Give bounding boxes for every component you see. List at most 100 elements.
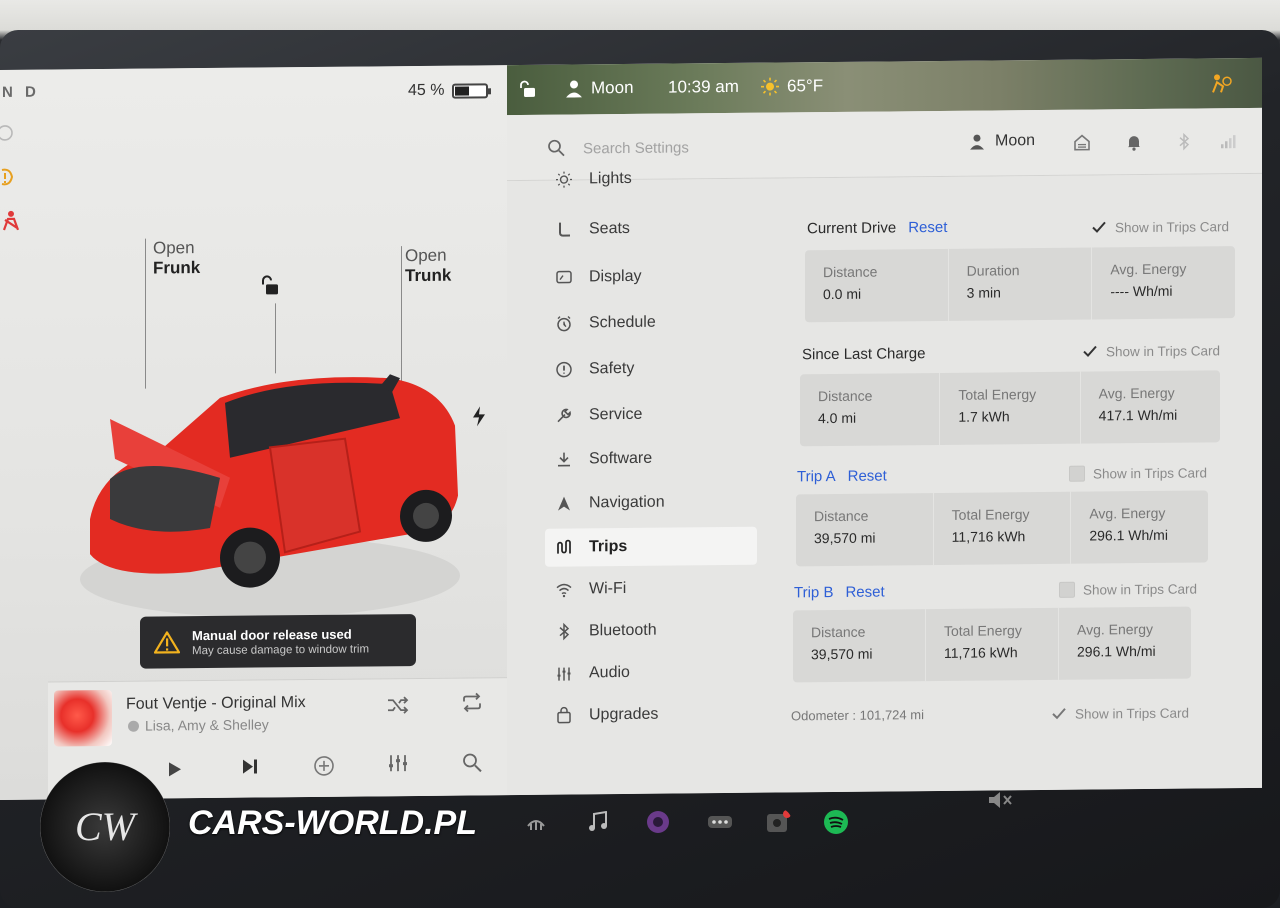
status-profile-name: Moon — [591, 77, 634, 98]
stat-value: 296.1 Wh/mi — [1077, 642, 1156, 660]
shuffle-icon[interactable] — [386, 693, 410, 717]
track-title: Fout Ventje - Original Mix — [126, 694, 306, 713]
trip-b-stats: Distance 39,570 mi Total Energy 11,716 k… — [793, 606, 1191, 683]
trip-a-title: Trip A — [797, 467, 836, 486]
stat-cell: Distance 4.0 mi — [800, 372, 941, 447]
more-apps-icon[interactable] — [706, 808, 734, 836]
repeat-icon[interactable] — [460, 690, 484, 714]
download-icon — [558, 452, 570, 467]
sidebar-item-audio[interactable]: Audio — [545, 653, 757, 693]
cw-emblem-icon: CW — [75, 804, 139, 849]
sidebar-item-bluetooth[interactable]: Bluetooth — [545, 611, 757, 651]
media-search-icon[interactable] — [460, 750, 484, 774]
sidebar-item-display[interactable]: Display — [545, 257, 757, 297]
bluetooth-status-icon[interactable] — [1175, 132, 1193, 151]
mute-volume-icon[interactable] — [986, 786, 1014, 814]
sidebar-item-seats[interactable]: Seats — [545, 209, 757, 249]
stat-value: 39,570 mi — [814, 529, 876, 547]
odometer-show-toggle[interactable]: Show in Trips Card — [1051, 705, 1189, 722]
unlock-status-icon[interactable] — [517, 79, 537, 99]
album-art[interactable] — [54, 689, 112, 747]
stat-label: Distance — [818, 387, 873, 405]
sidebar-item-lights[interactable]: Lights — [545, 159, 757, 199]
open-trunk-button[interactable]: Open Trunk — [405, 246, 451, 286]
sidebar-item-navigation[interactable]: Navigation — [545, 483, 757, 523]
sidebar-item-schedule[interactable]: Schedule — [545, 303, 757, 343]
stat-label: Avg. Energy — [1098, 384, 1175, 402]
open-frunk-button[interactable]: Open Frunk — [153, 238, 200, 278]
homelink-icon[interactable] — [1073, 134, 1091, 152]
dashcam-icon[interactable] — [764, 808, 792, 836]
open-frunk-label-line2: Frunk — [153, 258, 201, 278]
unlocked-icon[interactable] — [258, 273, 282, 297]
open-frunk-label-line1: Open — [153, 238, 195, 258]
spotify-icon[interactable] — [822, 808, 850, 836]
alert-subtitle: May cause damage to window trim — [192, 642, 370, 657]
trip-b-reset-button[interactable]: Reset — [845, 584, 884, 601]
checkbox-empty — [1059, 581, 1075, 598]
track-artist-row: Lisa, Amy & Shelley — [128, 716, 269, 734]
stat-value: 11,716 kWh — [951, 528, 1026, 545]
status-profile[interactable]: Moon — [565, 78, 634, 99]
wifi-icon — [556, 583, 572, 598]
show-in-trips-card-label: Show in Trips Card — [1083, 581, 1198, 598]
stat-value: 11,716 kWh — [944, 644, 1018, 661]
sidebar-item-label: Schedule — [589, 313, 656, 332]
sidebar-item-wi-fi[interactable]: Wi-Fi — [545, 569, 757, 609]
current-drive-show-toggle[interactable]: Show in Trips Card — [1091, 218, 1229, 235]
search-settings-input[interactable] — [583, 131, 883, 163]
notification-bell-icon[interactable] — [1125, 133, 1143, 151]
current-drive-reset-button[interactable]: Reset — [908, 219, 947, 236]
since-last-charge-stats: Distance 4.0 mi Total Energy 1.7 kWh Avg… — [800, 370, 1220, 447]
sidebar-item-label: Upgrades — [589, 705, 659, 724]
equalizer-icon[interactable] — [386, 751, 410, 775]
sidebar-item-upgrades[interactable]: Upgrades — [545, 695, 757, 735]
trip-a-stats: Distance 39,570 mi Total Energy 11,716 k… — [796, 490, 1208, 567]
status-temperature: 65°F — [787, 76, 824, 96]
search-icon — [548, 139, 565, 157]
stat-label: Distance — [811, 623, 866, 641]
stat-cell: Distance 39,570 mi — [796, 493, 934, 567]
since-last-charge-show-toggle[interactable]: Show in Trips Card — [1082, 342, 1220, 359]
profile-button[interactable]: Moon — [969, 132, 1035, 151]
door-release-alert[interactable]: Manual door release used May cause damag… — [140, 614, 416, 669]
battery-indicator: 45 % — [408, 81, 489, 100]
add-favorite-icon[interactable] — [312, 754, 336, 778]
stat-cell: Total Energy 1.7 kWh — [940, 371, 1081, 445]
settings-sidebar: Lights Seats Display Schedule Safety Service S… — [507, 170, 769, 796]
trip-b-show-toggle[interactable]: Show in Trips Card — [1059, 581, 1197, 598]
watermark-text: CARS-WORLD.PL — [188, 804, 477, 842]
stat-label: Total Energy — [951, 506, 1030, 523]
sidebar-item-label: Wi-Fi — [589, 579, 627, 598]
checkbox-empty — [1069, 465, 1085, 482]
source-icon — [128, 720, 139, 732]
lte-signal-icon — [1221, 135, 1236, 149]
trip-a-show-toggle[interactable]: Show in Trips Card — [1069, 464, 1207, 482]
defrost-icon[interactable] — [522, 808, 550, 836]
sidebar-item-label: Navigation — [589, 493, 665, 512]
sidebar-item-label: Safety — [589, 359, 635, 378]
light-bulb-icon — [556, 171, 572, 188]
sidebar-item-trips[interactable]: Trips — [545, 526, 757, 567]
show-in-trips-card-label: Show in Trips Card — [1115, 218, 1230, 235]
car-panel: N D 45 % Open Frunk Open Trunk Manual do… — [0, 65, 510, 800]
sidebar-item-service[interactable]: Service — [545, 395, 757, 435]
stat-value: 417.1 Wh/mi — [1098, 406, 1178, 424]
sidebar-item-label: Display — [589, 267, 642, 286]
charge-port-icon[interactable] — [470, 405, 488, 427]
touchscreen: N D 45 % Open Frunk Open Trunk Manual do… — [0, 57, 1262, 800]
alert-title: Manual door release used — [192, 626, 352, 643]
since-last-charge-title: Since Last Charge — [802, 345, 926, 364]
safety-icon — [556, 361, 572, 378]
since-last-charge-header: Since Last Charge — [802, 345, 925, 363]
sidebar-item-safety[interactable]: Safety — [545, 349, 757, 389]
current-drive-title: Current Drive — [807, 219, 897, 238]
next-track-icon[interactable] — [238, 754, 262, 778]
stat-cell: Distance 39,570 mi — [793, 609, 926, 683]
music-note-icon[interactable] — [584, 808, 612, 836]
trip-a-reset-button[interactable]: Reset — [848, 467, 887, 484]
sidebar-item-software[interactable]: Software — [545, 439, 757, 479]
camera-app-icon[interactable] — [644, 808, 672, 836]
stat-value: 39,570 mi — [811, 645, 873, 663]
bluetooth-icon — [559, 622, 570, 641]
